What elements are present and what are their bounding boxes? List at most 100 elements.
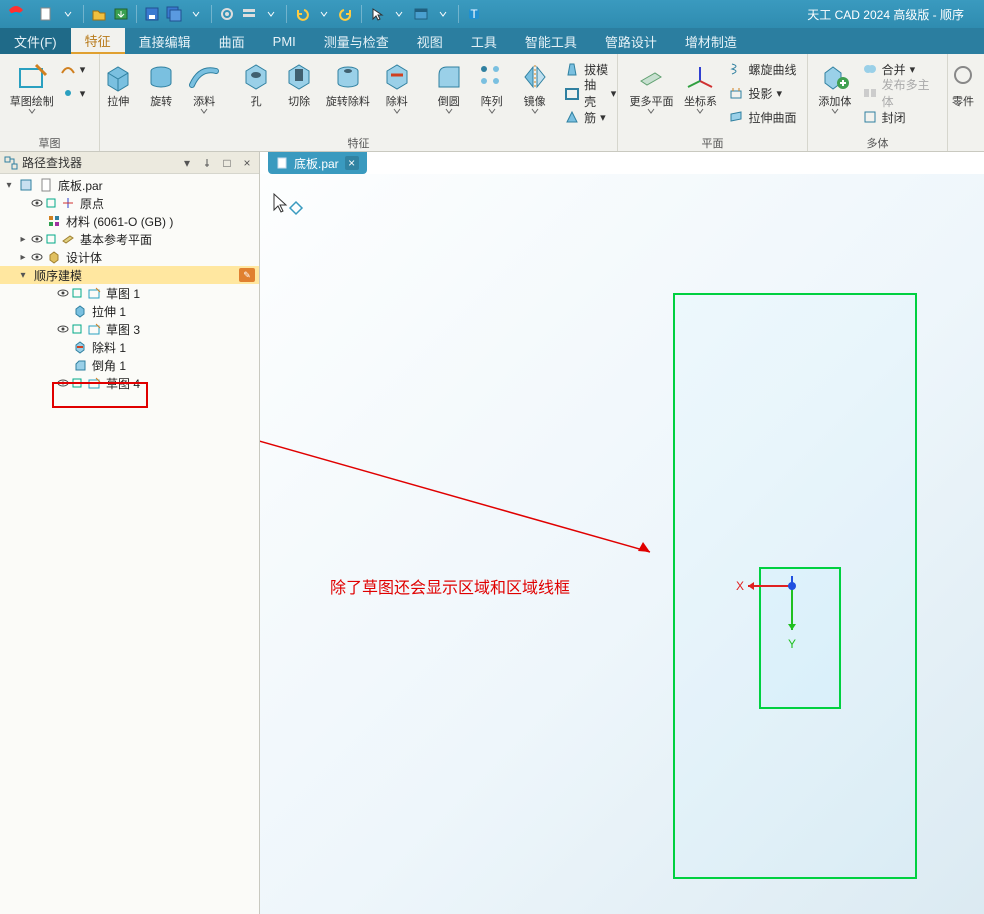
new-file-button[interactable] (36, 4, 56, 24)
edit-icon[interactable] (44, 196, 58, 210)
eye-icon[interactable] (56, 322, 70, 336)
document-tab[interactable]: 底板.par × (268, 152, 367, 174)
extcurve-button[interactable]: 拉伸曲面 (724, 106, 800, 128)
model-canvas[interactable]: X Y 除了草图还会显示区域和区域线框 (260, 174, 984, 914)
save-all-button[interactable] (164, 4, 184, 24)
touch-button[interactable]: T (464, 4, 484, 24)
addbody-button[interactable]: 添加体 (814, 56, 856, 114)
rotcut-button[interactable]: 旋转除料 (321, 56, 376, 108)
tree-root[interactable]: ▾ 底板.par (0, 176, 259, 194)
doc-icon (276, 157, 288, 169)
moreplane-button[interactable]: 更多平面 (624, 56, 678, 114)
tree-item-sketch3[interactable]: 草图 3 (0, 320, 259, 338)
expand-icon[interactable]: ▸ (16, 232, 30, 246)
dropdown-icon[interactable] (389, 4, 409, 24)
rib-button[interactable]: 筋 ▾ (560, 106, 620, 128)
revolve-button[interactable]: 旋转 (140, 56, 183, 108)
settings-button[interactable] (217, 4, 237, 24)
helix-button[interactable]: 螺旋曲线 (724, 58, 800, 80)
sketch-region-inner (760, 568, 840, 708)
chevron-down-icon (393, 108, 401, 114)
tree-item-extrude1[interactable]: 拉伸 1 (0, 302, 259, 320)
menu-tab-directedit[interactable]: 直接编辑 (125, 28, 205, 54)
eye-icon[interactable] (30, 196, 44, 210)
array-button[interactable]: 阵列 (470, 56, 513, 114)
redo-button[interactable] (336, 4, 356, 24)
fillet-button[interactable]: 倒圆 (427, 56, 470, 114)
menu-tab-tools[interactable]: 工具 (457, 28, 511, 54)
tree-item-sketch1[interactable]: 草图 1 (0, 284, 259, 302)
tree-item-sketch4[interactable]: 草图 4 (0, 374, 259, 392)
dropdown-icon[interactable] (261, 4, 281, 24)
window-button[interactable] (411, 4, 431, 24)
eye-icon[interactable] (56, 376, 70, 390)
eye-icon[interactable] (56, 286, 70, 300)
collapse-icon[interactable]: ▾ (2, 178, 16, 192)
menu-tab-pmi[interactable]: PMI (259, 28, 310, 54)
view-area: 底板.par × X Y (260, 152, 984, 914)
dropdown-icon[interactable] (433, 4, 453, 24)
extrude-icon (101, 60, 135, 94)
array-icon (475, 60, 509, 94)
tree-origin[interactable]: 原点 (0, 194, 259, 212)
panel-pin-button[interactable] (199, 155, 215, 171)
tree-seqmodel[interactable]: ▾ 顺序建模 ✎ (0, 266, 259, 284)
tree-refplane[interactable]: ▸ 基本参考平面 (0, 230, 259, 248)
eye-icon[interactable] (30, 250, 44, 264)
panel-menu-button[interactable]: ▾ (179, 155, 195, 171)
expand-icon[interactable]: ▸ (16, 250, 30, 264)
edit-icon[interactable] (70, 322, 84, 336)
tree-item-remove1[interactable]: 除料 1 (0, 338, 259, 356)
feature-tree[interactable]: ▾ 底板.par 原点 材料 (6061-O (GB) ) ▸ 基本参考平 (0, 174, 259, 914)
extrude-button[interactable]: 拉伸 (97, 56, 140, 108)
remove-button[interactable]: 除料 (375, 56, 418, 114)
menu-file[interactable]: 文件(F) (0, 28, 71, 54)
menu-tab-view[interactable]: 视图 (403, 28, 457, 54)
menu-tab-piping[interactable]: 管路设计 (591, 28, 671, 54)
undo-button[interactable] (292, 4, 312, 24)
sweep-button[interactable]: 添料 (183, 56, 226, 114)
edit-icon[interactable] (44, 232, 58, 246)
publish-button[interactable]: 发布多主体 (858, 82, 941, 104)
panel-max-button[interactable]: □ (219, 155, 235, 171)
properties-button[interactable] (239, 4, 259, 24)
open-button[interactable] (89, 4, 109, 24)
menu-tab-feature[interactable]: 特征 (71, 28, 125, 54)
dropdown-icon[interactable] (186, 4, 206, 24)
point-tool-button[interactable]: ▾ (56, 82, 90, 104)
dropdown-icon[interactable] (314, 4, 334, 24)
sketch-icon (86, 375, 102, 391)
hole-button[interactable]: 孔 (235, 56, 278, 108)
svg-text:Y: Y (788, 637, 796, 651)
chevron-down-icon (200, 108, 208, 114)
sketch-button[interactable]: 草图绘制 (10, 56, 54, 114)
select-button[interactable] (367, 4, 387, 24)
tab-close-button[interactable]: × (345, 156, 359, 170)
eye-icon[interactable] (30, 232, 44, 246)
menu-tab-surface[interactable]: 曲面 (205, 28, 259, 54)
mirror-button[interactable]: 镜像 (513, 56, 556, 114)
menu-tab-measure[interactable]: 测量与检查 (310, 28, 403, 54)
menu-tab-additive[interactable]: 增材制造 (671, 28, 751, 54)
tree-designbody[interactable]: ▸ 设计体 (0, 248, 259, 266)
curve-tool-button[interactable]: ▾ (56, 58, 90, 80)
collapse-icon[interactable]: ▾ (16, 268, 30, 282)
coord-button[interactable]: 坐标系 (678, 56, 722, 114)
export-button[interactable] (111, 4, 131, 24)
content-area: 路径查找器 ▾ □ × ▾ 底板.par 原点 材料 (6061-O (GB) … (0, 152, 984, 914)
edit-icon[interactable] (70, 286, 84, 300)
tree-material[interactable]: 材料 (6061-O (GB) ) (0, 212, 259, 230)
dropdown-icon[interactable] (58, 4, 78, 24)
project-button[interactable]: 投影 ▾ (724, 82, 800, 104)
tree-item-chamfer1[interactable]: 倒角 1 (0, 356, 259, 374)
shell-button[interactable]: 抽壳 ▾ (560, 82, 620, 104)
part-button[interactable]: 零件 (949, 56, 977, 108)
save-button[interactable] (142, 4, 162, 24)
menu-tab-smart[interactable]: 智能工具 (511, 28, 591, 54)
edit-icon[interactable] (70, 376, 84, 390)
cut-button[interactable]: 切除 (278, 56, 321, 108)
origin-icon (60, 195, 76, 211)
close-icon (862, 109, 878, 125)
close-button[interactable]: 封闭 (858, 106, 941, 128)
panel-close-button[interactable]: × (239, 155, 255, 171)
